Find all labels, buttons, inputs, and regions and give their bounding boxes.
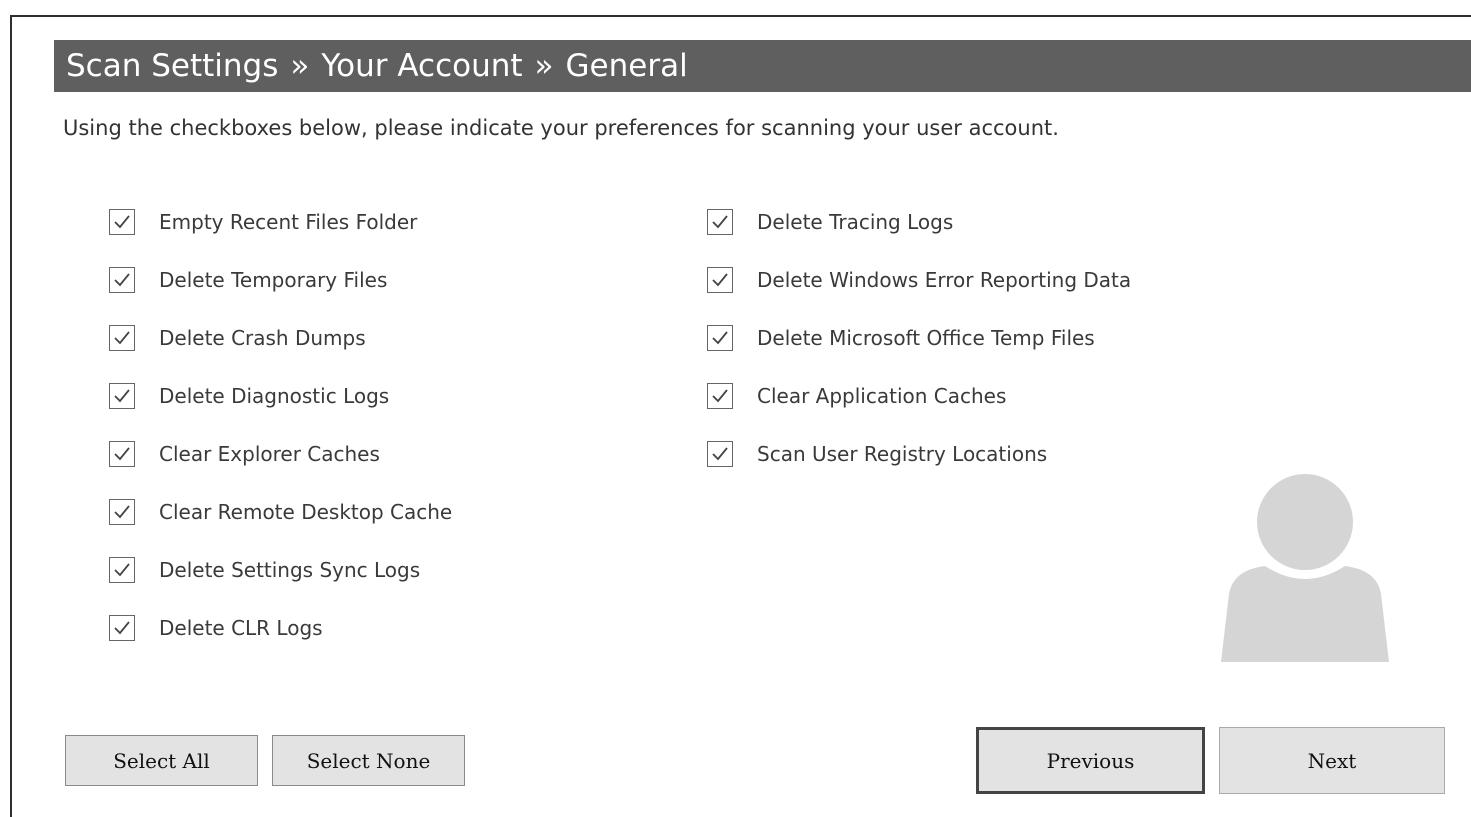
check-icon (114, 389, 130, 403)
checkbox[interactable] (707, 325, 733, 351)
check-icon (712, 215, 728, 229)
check-icon (114, 215, 130, 229)
checkbox[interactable] (109, 267, 135, 293)
option-label: Clear Remote Desktop Cache (159, 500, 453, 524)
option-delete-tracing-logs: Delete Tracing Logs (707, 209, 1131, 267)
option-delete-microsoft-office-temp-files: Delete Microsoft Office Temp Files (707, 325, 1131, 383)
checkbox[interactable] (109, 441, 135, 467)
check-icon (712, 447, 728, 461)
option-label: Delete Diagnostic Logs (159, 384, 390, 408)
top-margin (0, 0, 1471, 15)
checkbox[interactable] (707, 209, 733, 235)
check-icon (114, 273, 130, 287)
checkbox[interactable] (109, 383, 135, 409)
breadcrumb-separator: » (534, 48, 554, 84)
checkbox[interactable] (707, 267, 733, 293)
check-icon (712, 273, 728, 287)
user-avatar-icon (1221, 474, 1389, 662)
option-label: Delete Temporary Files (159, 268, 388, 292)
option-label: Delete Tracing Logs (757, 210, 954, 234)
checkbox[interactable] (109, 325, 135, 351)
checkbox[interactable] (109, 557, 135, 583)
breadcrumb-your-account: Your Account (321, 48, 523, 84)
check-icon (712, 389, 728, 403)
options-column-right: Delete Tracing Logs Delete Windows Error… (707, 209, 1131, 499)
breadcrumb-general: General (565, 48, 688, 84)
option-delete-crash-dumps: Delete Crash Dumps (109, 325, 452, 383)
option-clear-explorer-caches: Clear Explorer Caches (109, 441, 452, 499)
option-delete-temporary-files: Delete Temporary Files (109, 267, 452, 325)
check-icon (712, 331, 728, 345)
breadcrumb-scan-settings: Scan Settings (66, 48, 279, 84)
option-label: Delete Microsoft Office Temp Files (757, 326, 1095, 350)
check-icon (114, 505, 130, 519)
instructions-text: Using the checkboxes below, please indic… (63, 116, 1059, 140)
check-icon (114, 447, 130, 461)
next-button[interactable]: Next (1219, 727, 1445, 794)
check-icon (114, 563, 130, 577)
option-label: Scan User Registry Locations (757, 442, 1048, 466)
option-delete-settings-sync-logs: Delete Settings Sync Logs (109, 557, 452, 615)
option-delete-windows-error-reporting-data: Delete Windows Error Reporting Data (707, 267, 1131, 325)
select-all-button[interactable]: Select All (65, 735, 258, 786)
select-none-button[interactable]: Select None (272, 735, 465, 786)
options-column-left: Empty Recent Files Folder Delete Tempora… (109, 209, 452, 673)
option-label: Delete Windows Error Reporting Data (757, 268, 1132, 292)
previous-button[interactable]: Previous (976, 727, 1205, 794)
option-scan-user-registry-locations: Scan User Registry Locations (707, 441, 1131, 499)
option-label: Clear Explorer Caches (159, 442, 380, 466)
option-clear-remote-desktop-cache: Clear Remote Desktop Cache (109, 499, 452, 557)
option-label: Delete Settings Sync Logs (159, 558, 421, 582)
checkbox[interactable] (707, 441, 733, 467)
option-label: Delete CLR Logs (159, 616, 323, 640)
check-icon (114, 331, 130, 345)
option-delete-diagnostic-logs: Delete Diagnostic Logs (109, 383, 452, 441)
option-label: Empty Recent Files Folder (159, 210, 418, 234)
checkbox[interactable] (109, 499, 135, 525)
breadcrumb-separator: » (290, 48, 310, 84)
option-empty-recent-files-folder: Empty Recent Files Folder (109, 209, 452, 267)
checkbox[interactable] (707, 383, 733, 409)
checkbox[interactable] (109, 615, 135, 641)
checkbox[interactable] (109, 209, 135, 235)
option-delete-clr-logs: Delete CLR Logs (109, 615, 452, 673)
option-clear-application-caches: Clear Application Caches (707, 383, 1131, 441)
option-label: Clear Application Caches (757, 384, 1007, 408)
check-icon (114, 621, 130, 635)
option-label: Delete Crash Dumps (159, 326, 366, 350)
breadcrumb: Scan Settings » Your Account » General (54, 40, 1471, 92)
